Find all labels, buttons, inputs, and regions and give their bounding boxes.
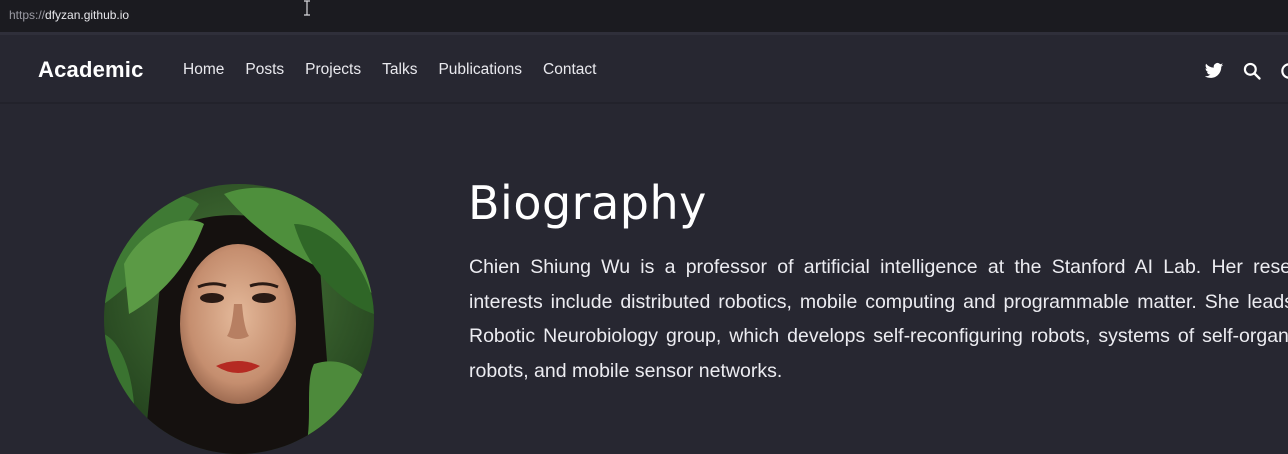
nav-link-contact[interactable]: Contact (543, 61, 596, 79)
nav-link-projects[interactable]: Projects (305, 61, 361, 79)
text-cursor-icon (304, 0, 310, 16)
nav-link-home[interactable]: Home (183, 61, 224, 79)
nav-links: Home Posts Projects Talks Publications C… (183, 61, 617, 79)
url-host: dfyzan.github.io (45, 8, 130, 22)
url-scheme: https:// (9, 8, 46, 22)
theme-toggle-icon[interactable] (1280, 61, 1288, 81)
site-navbar: Academic Home Posts Projects Talks Publi… (0, 32, 1288, 104)
browser-url-bar[interactable]: https://dfyzan.github.io (0, 0, 1288, 32)
nav-link-posts[interactable]: Posts (245, 61, 284, 79)
nav-link-publications[interactable]: Publications (438, 61, 522, 79)
biography-text: Chien Shiung Wu is a professor of artifi… (469, 256, 1288, 382)
search-icon[interactable] (1242, 61, 1262, 81)
nav-icons (1186, 61, 1288, 81)
biography-heading: Biography (468, 176, 707, 230)
avatar (104, 184, 374, 454)
site-brand[interactable]: Academic (38, 57, 144, 83)
twitter-icon[interactable] (1204, 61, 1224, 81)
nav-link-talks[interactable]: Talks (382, 61, 417, 79)
